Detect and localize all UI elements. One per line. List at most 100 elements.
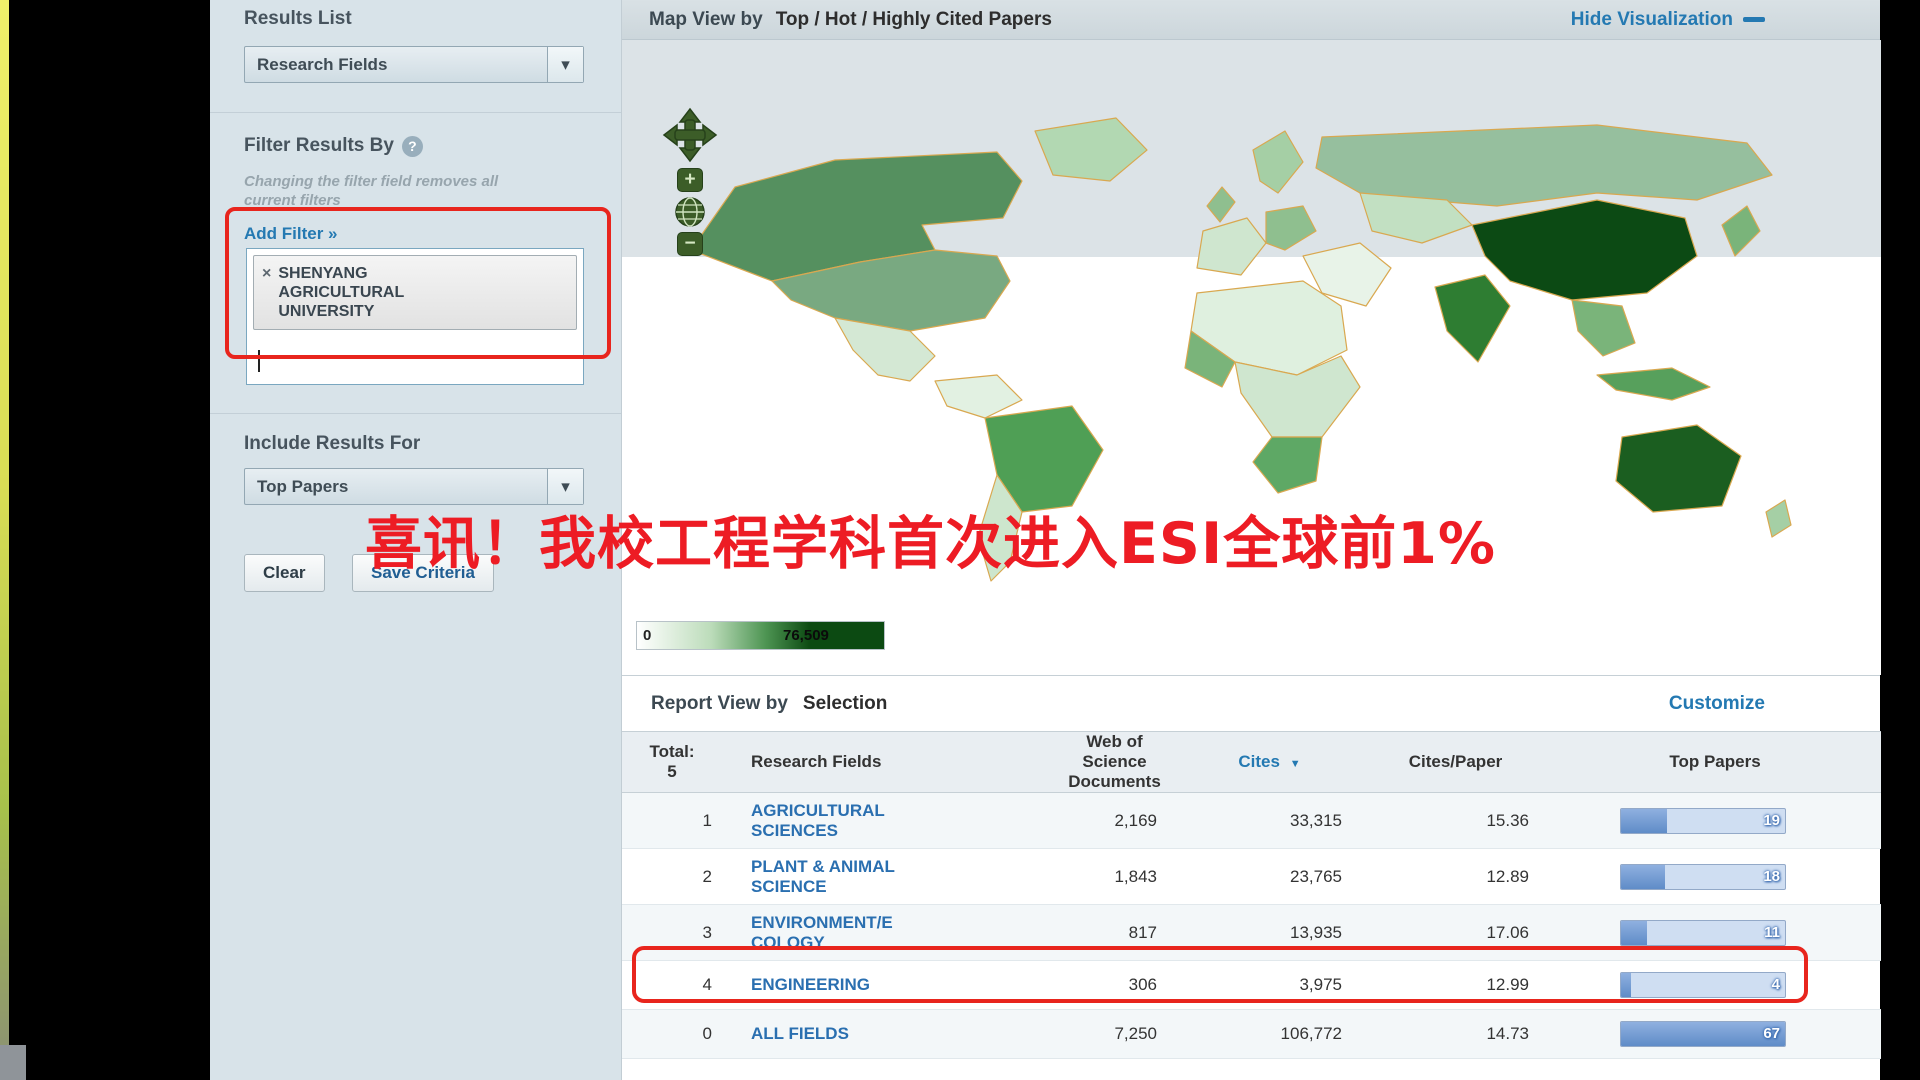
pan-control[interactable] [661,106,719,164]
map-region-india[interactable] [1435,275,1510,362]
filter-results-by-label: Filter Results By [244,135,394,157]
text-caret [258,350,260,372]
research-field-link[interactable]: PLANT & ANIMALSCIENCE [751,857,895,896]
column-header-total: Total: 5 [622,732,722,793]
total-label: Total: [649,742,694,762]
research-field-link[interactable]: ALL FIELDS [751,1024,849,1043]
results-list-selected-value: Research Fields [245,55,387,75]
map-region-new-zealand[interactable] [1766,500,1791,537]
announcement-overlay: 喜讯！我校工程学科首次进入ESI全球前1% [365,498,1496,580]
map-region-southern-africa[interactable] [1253,437,1322,493]
docs-label-line2: Documents [1068,772,1161,792]
include-results-selected-value: Top Papers [245,477,348,497]
row-cites: 23,765 [1177,849,1362,905]
report-view-title: Report View by Selection [651,693,887,715]
map-legend-gradient: 0 76,509 [636,621,885,650]
column-header-cites[interactable]: Cites ▼ [1177,732,1362,793]
corner-decoration [0,1045,26,1080]
row-cites-per-paper: 17.06 [1362,905,1549,961]
map-region-western-europe[interactable] [1197,218,1266,275]
map-region-australia[interactable] [1616,425,1741,512]
report-table: Total: 5 Research Fields Web of Science … [622,731,1881,1059]
top-papers-value: 4 [1772,976,1780,993]
row-cites-per-paper: 12.99 [1362,961,1549,1010]
globe-icon[interactable] [674,196,706,228]
clear-button[interactable]: Clear [244,554,325,592]
report-section: Report View by Selection Customize Total… [622,675,1880,1059]
include-results-heading: Include Results For [244,433,420,455]
map-region-northern-south-america[interactable] [935,375,1022,418]
report-view-title-value: Selection [803,693,887,715]
table-header-row: Total: 5 Research Fields Web of Science … [622,732,1881,793]
filter-chip-label: SHENYANG AGRICULTURAL UNIVERSITY [278,264,404,321]
map-controls: + − [660,106,720,256]
zoom-out-button[interactable]: − [677,232,703,256]
row-documents: 306 [1052,961,1177,1010]
minus-icon [1743,17,1765,22]
row-cites-per-paper: 15.36 [1362,793,1549,849]
report-row-rank-3: 3 ENVIRONMENT/ECOLOGY 81713,93517.06 11 [622,905,1881,961]
row-cites-per-paper: 14.73 [1362,1010,1549,1059]
sort-descending-icon: ▼ [1290,758,1301,770]
help-icon[interactable]: ? [402,136,423,157]
results-list-select[interactable]: Research Fields ▾ [244,46,584,83]
map-region-scandinavia[interactable] [1253,131,1303,193]
docs-label-line1: Web of Science [1052,732,1177,772]
row-cites: 13,935 [1177,905,1362,961]
row-cites: 3,975 [1177,961,1362,1010]
filter-results-by-heading: Filter Results By ? [244,135,423,157]
research-field-link[interactable]: ENVIRONMENT/ECOLOGY [751,913,893,952]
map-region-southeast-asia[interactable] [1572,300,1635,356]
filter-note-line2: current filters [244,191,498,210]
top-papers-bar: 4 [1620,972,1786,998]
map-region-greenland[interactable] [1035,118,1147,181]
map-region-russia[interactable] [1316,125,1772,206]
map-region-indonesia[interactable] [1597,368,1710,400]
column-header-documents[interactable]: Web of Science Documents [1052,732,1177,793]
map-region-central-europe[interactable] [1266,206,1316,250]
hide-visualization-label: Hide Visualization [1571,9,1733,31]
filter-input-box[interactable]: × SHENYANG AGRICULTURAL UNIVERSITY [246,248,584,385]
column-header-top-papers[interactable]: Top Papers [1549,732,1881,793]
cites-label: Cites [1238,752,1280,771]
row-cites: 33,315 [1177,793,1362,849]
filter-chip[interactable]: × SHENYANG AGRICULTURAL UNIVERSITY [253,255,577,330]
map-region-china[interactable] [1472,200,1697,300]
map-view-title-prefix: Map View by [649,9,763,31]
chevron-down-icon[interactable]: ▾ [547,47,583,82]
row-documents: 1,843 [1052,849,1177,905]
chip-line2: AGRICULTURAL [278,283,404,302]
map-region-united-kingdom[interactable] [1207,187,1235,222]
customize-link[interactable]: Customize [1669,693,1765,715]
research-field-link[interactable]: ENGINEERING [751,975,870,994]
legend-max-value: 76,509 [783,627,829,644]
map-view-title-value: Top / Hot / Highly Cited Papers [776,9,1052,31]
column-header-cites-per-paper[interactable]: Cites/Paper [1362,732,1549,793]
sidebar-divider [210,413,621,414]
row-rank: 1 [622,793,722,849]
filter-note: Changing the filter field removes all cu… [244,172,498,210]
row-rank: 3 [622,905,722,961]
report-view-header: Report View by Selection Customize [622,675,1880,731]
row-rank: 0 [622,1010,722,1059]
top-papers-bar: 11 [1620,920,1786,946]
left-edge-decoration [0,0,9,1080]
row-documents: 817 [1052,905,1177,961]
report-row-rank-4: 4ENGINEERING3063,97512.994 [622,961,1881,1010]
sidebar-divider [210,112,621,113]
map-view-header: Map View by Top / Hot / Highly Cited Pap… [622,0,1880,40]
row-documents: 7,250 [1052,1010,1177,1059]
column-header-research-fields[interactable]: Research Fields [722,732,1052,793]
legend-min-value: 0 [643,627,651,644]
hide-visualization-link[interactable]: Hide Visualization [1571,9,1765,31]
map-region-japan[interactable] [1722,206,1760,256]
research-field-link[interactable]: AGRICULTURALSCIENCES [751,801,885,840]
row-cites: 106,772 [1177,1010,1362,1059]
top-papers-value: 11 [1764,924,1780,941]
zoom-in-button[interactable]: + [677,168,703,192]
results-list-heading: Results List [244,8,352,30]
add-filter-link[interactable]: Add Filter » [244,224,338,244]
remove-filter-icon[interactable]: × [262,264,271,321]
chip-line1: SHENYANG [278,264,404,283]
row-documents: 2,169 [1052,793,1177,849]
